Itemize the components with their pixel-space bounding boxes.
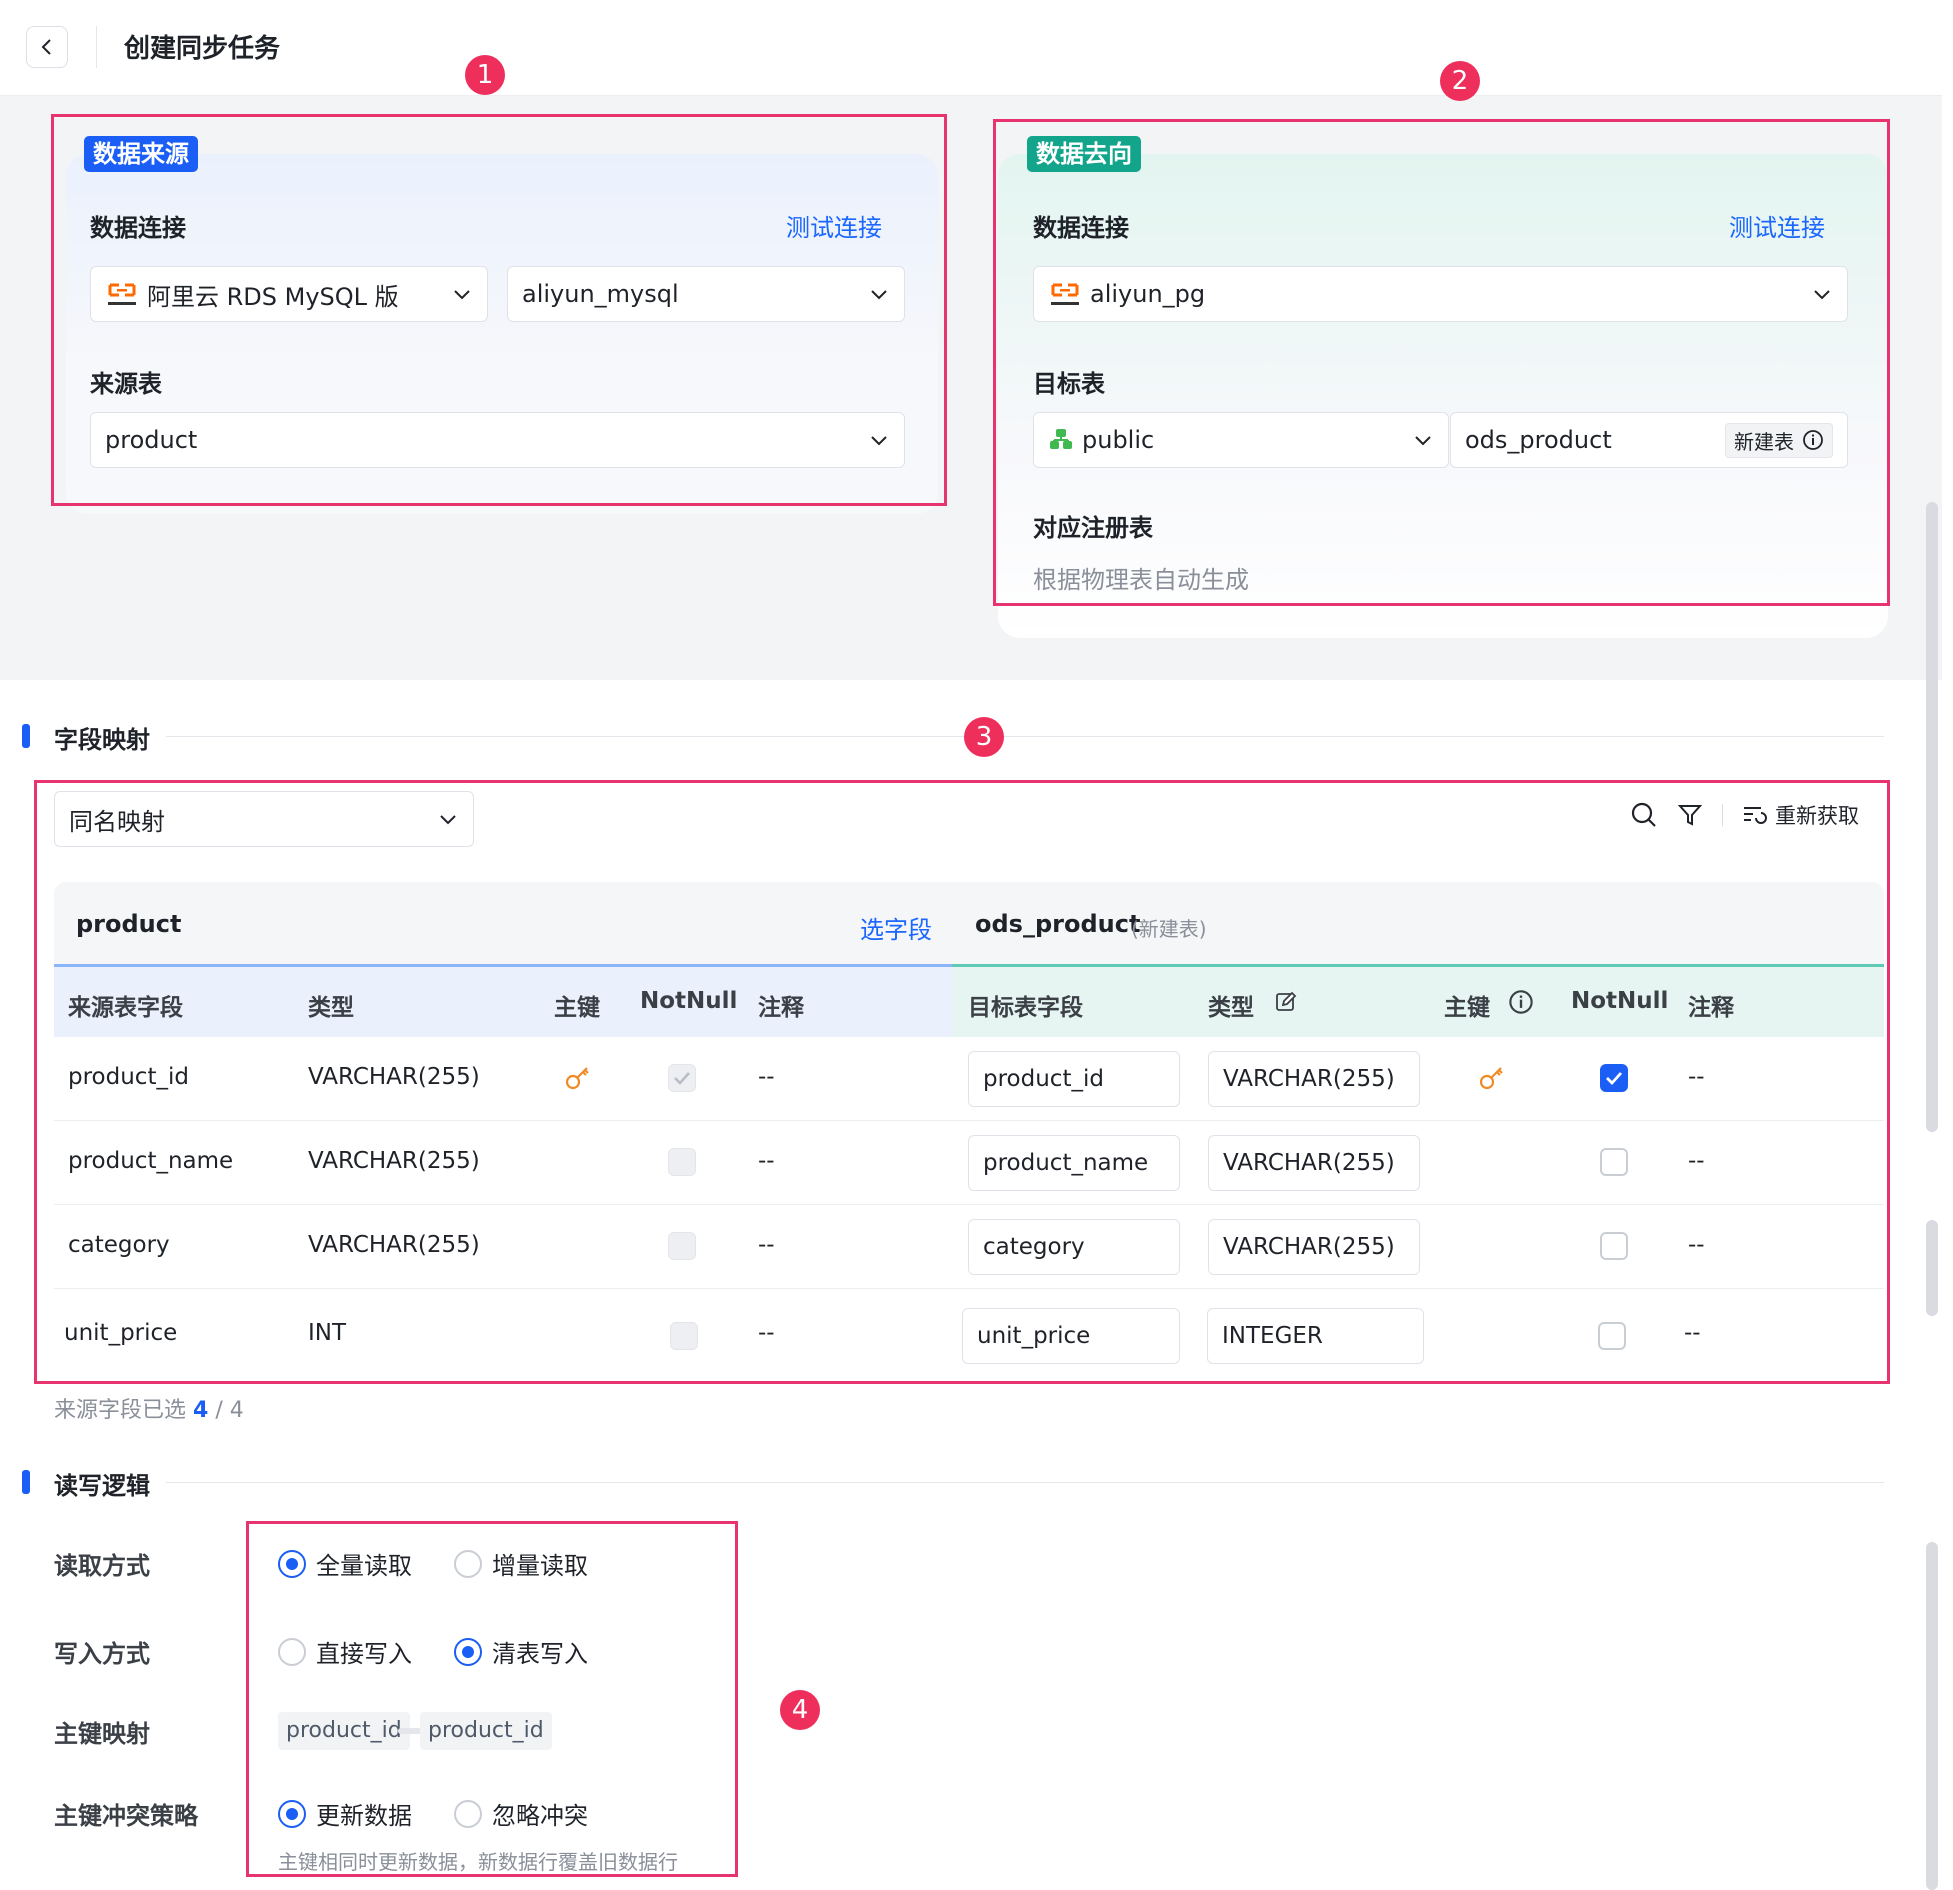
count-prefix: 来源字段已选 (54, 1398, 187, 1423)
annotation-box-3 (34, 780, 1890, 1384)
annotation-box-2 (993, 119, 1890, 606)
section-divider (166, 1482, 1884, 1483)
section-marker (22, 1470, 30, 1494)
header-divider (96, 26, 97, 68)
pk-conflict-label: 主键冲突策略 (54, 1802, 198, 1830)
count-selected: 4 (193, 1398, 209, 1423)
scrollbar-thumb[interactable] (1926, 502, 1938, 1132)
count-total: / 4 (215, 1398, 244, 1423)
top-bar: 创建同步任务 (0, 0, 1942, 96)
field-mapping-title: 字段映射 (54, 726, 150, 754)
annotation-badge-2: 2 (1440, 61, 1480, 101)
section-divider (166, 736, 1884, 737)
scrollbar-thumb[interactable] (1926, 1220, 1938, 1316)
write-mode-label: 写入方式 (54, 1640, 150, 1668)
back-button[interactable] (26, 26, 68, 68)
section-marker (22, 724, 30, 748)
selected-fields-count: 来源字段已选 4 / 4 (54, 1392, 244, 1424)
page-title: 创建同步任务 (124, 34, 281, 64)
pk-mapping-label: 主键映射 (54, 1720, 150, 1748)
rw-logic-title: 读写逻辑 (54, 1472, 150, 1500)
chevron-left-icon (41, 39, 51, 55)
annotation-badge-1: 1 (465, 55, 505, 95)
annotation-box-4 (246, 1521, 738, 1877)
annotation-badge-3: 3 (964, 717, 1004, 757)
read-mode-label: 读取方式 (54, 1552, 150, 1580)
annotation-badge-4: 4 (780, 1690, 820, 1730)
scrollbar-thumb[interactable] (1926, 1542, 1938, 1890)
annotation-box-1 (51, 114, 947, 506)
